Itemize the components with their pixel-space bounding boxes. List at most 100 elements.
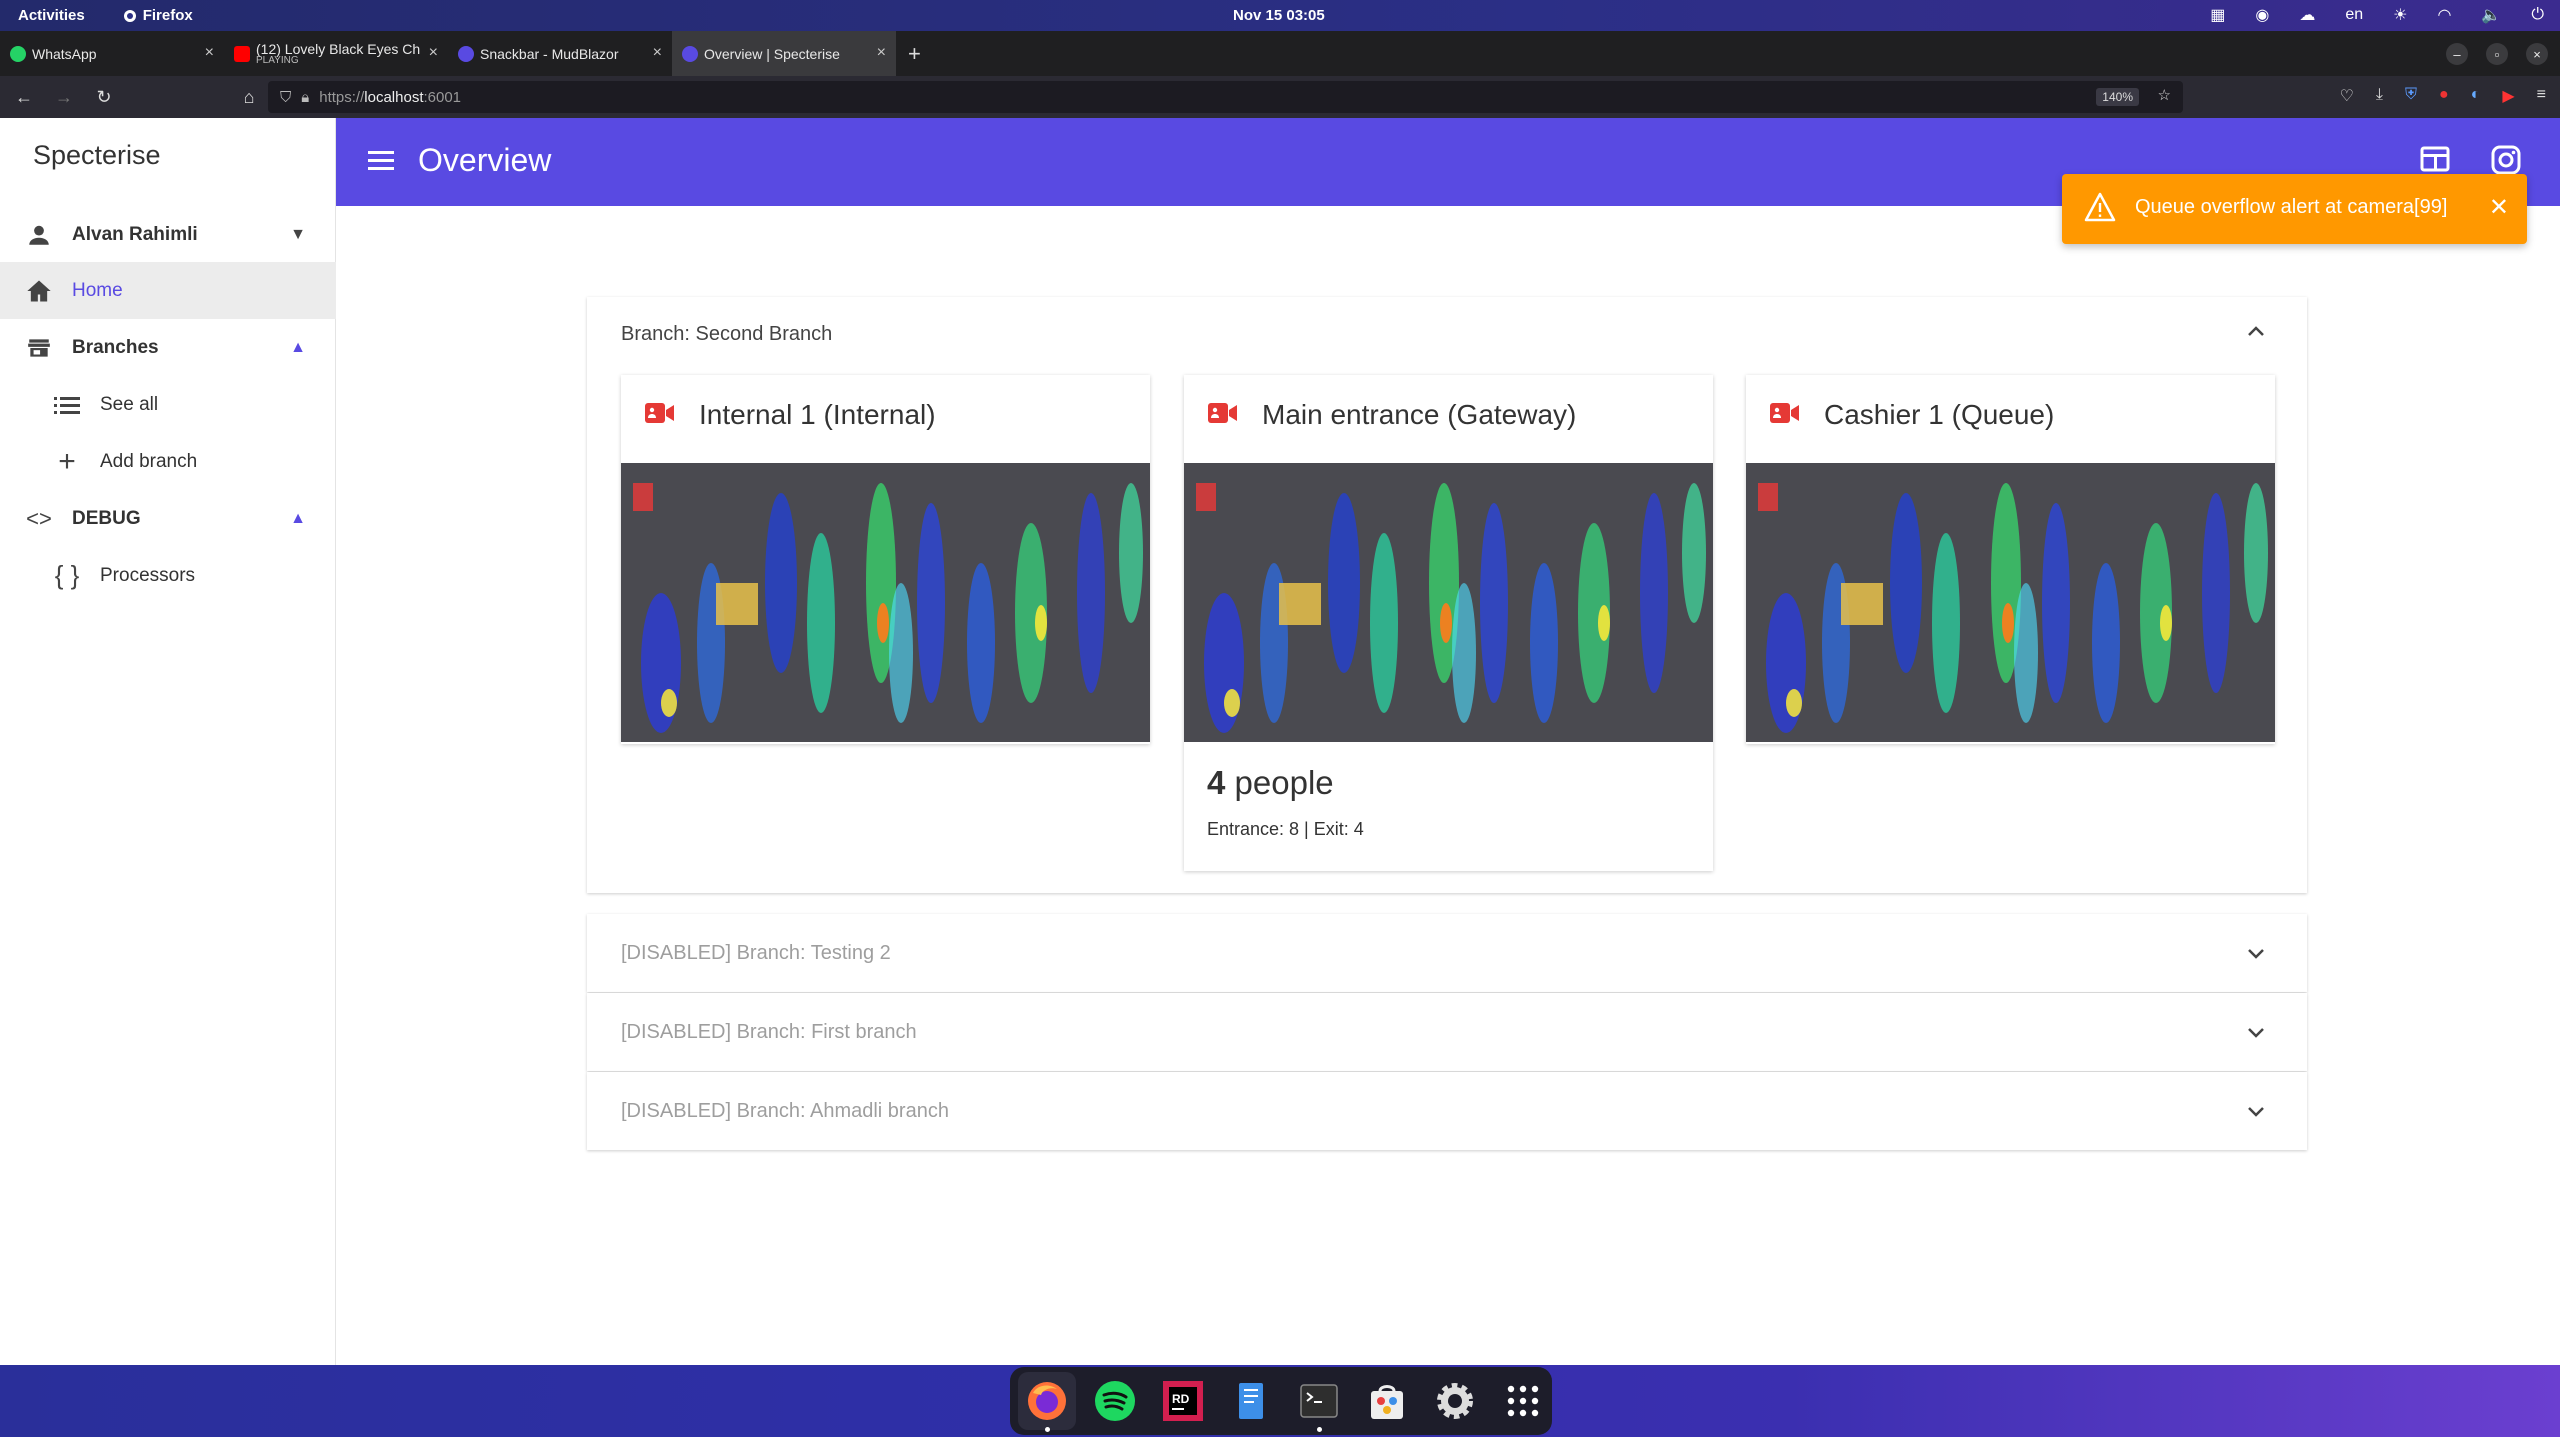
branch-panel-collapsed[interactable]: [DISABLED] Branch: Testing 2: [587, 914, 2307, 992]
camera-card: Cashier 1 (Queue): [1746, 375, 2275, 744]
camera-heatmap-image[interactable]: [621, 463, 1150, 742]
close-icon[interactable]: ×: [429, 44, 438, 62]
reload-button[interactable]: ↻: [88, 87, 120, 108]
dock-settings[interactable]: [1426, 1372, 1484, 1430]
system-tray: ▦ ◉ ☁ en ☀ ◠ 🔈 ⏻: [2210, 5, 2544, 25]
sidebar-item-home[interactable]: Home: [0, 262, 336, 319]
extension-red-icon[interactable]: ●: [2439, 86, 2449, 106]
whatsapp-icon: [10, 45, 26, 62]
firefox-icon: [123, 9, 136, 22]
tab-whatsapp[interactable]: WhatsApp ×: [0, 31, 224, 76]
back-button[interactable]: ←: [8, 87, 40, 108]
app-menu-icon[interactable]: ≡: [2537, 86, 2546, 106]
branch-title: [DISABLED] Branch: First branch: [621, 1021, 917, 1043]
camera-heatmap-image[interactable]: [1184, 463, 1713, 742]
bitwarden-icon[interactable]: ⛨: [2405, 86, 2417, 106]
url-port: :6001: [423, 88, 462, 106]
window-controls: – ▫ ×: [2446, 43, 2548, 65]
maximize-button[interactable]: ▫: [2486, 43, 2508, 65]
sidebar-item-debug[interactable]: <> DEBUG ▲: [0, 490, 336, 547]
video-camera-icon: [645, 401, 675, 430]
clock[interactable]: Nov 15 03:05: [1233, 7, 1325, 24]
tray-app-icon[interactable]: ▦: [2210, 5, 2225, 25]
heatmap-image: [1746, 463, 2275, 742]
user-menu[interactable]: Alvan Rahimli ▼: [0, 206, 336, 263]
video-camera-icon: [1208, 401, 1238, 430]
layout-icon[interactable]: [2420, 146, 2450, 177]
sidebar-item-add-branch[interactable]: + Add branch: [0, 433, 336, 490]
activities-button[interactable]: Activities: [18, 7, 85, 24]
dock-text-editor[interactable]: [1222, 1372, 1280, 1430]
tab-mudblazor[interactable]: Snackbar - MudBlazor ×: [448, 31, 672, 76]
dock-firefox[interactable]: [1018, 1372, 1076, 1432]
branch-title: [DISABLED] Branch: Ahmadli branch: [621, 1100, 949, 1122]
tab-overview[interactable]: Overview | Specterise ×: [672, 31, 896, 76]
brightness-icon[interactable]: ☀: [2393, 5, 2407, 25]
home-button[interactable]: ⌂: [233, 87, 265, 108]
minimize-button[interactable]: –: [2446, 43, 2468, 65]
chevron-down-icon: [2245, 942, 2267, 969]
dock-software-center[interactable]: [1358, 1372, 1416, 1430]
camera-title: Internal 1 (Internal): [699, 399, 936, 430]
specterise-icon: [682, 45, 698, 62]
tray-cloud-icon[interactable]: ☁: [2299, 5, 2315, 25]
video-camera-icon: [1770, 401, 1800, 430]
entrance-exit-stats: Entrance: 8 | Exit: 4: [1207, 819, 1364, 839]
new-tab-button[interactable]: +: [908, 31, 921, 76]
close-icon[interactable]: ×: [653, 44, 662, 62]
sidebar-item-see-all[interactable]: See all: [0, 376, 336, 433]
close-icon[interactable]: ×: [877, 44, 886, 62]
lock-icon[interactable]: 🔒︎: [301, 89, 309, 106]
tab-youtube[interactable]: (12) Lovely Black Eyes Ch PLAYING ×: [224, 31, 448, 76]
chevron-down-icon: [2245, 1100, 2267, 1127]
close-icon[interactable]: ✕: [2489, 193, 2509, 222]
extension-youtube-icon[interactable]: ▶: [2502, 86, 2514, 106]
active-app-label: Firefox: [142, 7, 193, 24]
chevron-up-icon: [2245, 321, 2267, 348]
power-icon[interactable]: ⏻: [2531, 6, 2544, 24]
tab-label: Overview | Specterise: [704, 45, 840, 62]
dock-terminal[interactable]: [1290, 1372, 1348, 1432]
dock-spotify[interactable]: [1086, 1372, 1144, 1430]
menu-icon[interactable]: [368, 148, 396, 177]
camera-title: Main entrance (Gateway): [1262, 399, 1577, 430]
braces-icon: { }: [54, 560, 80, 590]
close-icon[interactable]: ×: [205, 44, 214, 62]
url-bar[interactable]: ⛉ 🔒︎ https://localhost:6001 140% ☆: [268, 81, 2183, 113]
dock-rider[interactable]: RD: [1154, 1372, 1212, 1430]
heatmap-image: [1184, 463, 1713, 742]
branch-panel-header[interactable]: Branch: Second Branch: [587, 297, 2307, 369]
close-window-button[interactable]: ×: [2526, 43, 2548, 65]
sidebar-item-branches[interactable]: Branches ▲: [0, 319, 336, 376]
downloads-icon[interactable]: ⤓: [2376, 86, 2383, 106]
pocket-icon[interactable]: ♡: [2340, 86, 2354, 106]
branch-panel-collapsed[interactable]: [DISABLED] Branch: First branch: [587, 993, 2307, 1071]
sidebar-item-processors[interactable]: { } Processors: [0, 547, 336, 604]
camera-heatmap-image[interactable]: [1746, 463, 2275, 742]
rider-icon: RD: [1163, 1381, 1203, 1421]
volume-icon[interactable]: 🔈: [2481, 5, 2501, 25]
bookmark-star-icon[interactable]: ☆: [2158, 86, 2171, 104]
app-grid-icon: [1507, 1385, 1539, 1417]
zoom-level[interactable]: 140%: [2096, 88, 2139, 106]
branch-title: Branch: Second Branch: [621, 323, 833, 345]
forward-button[interactable]: →: [48, 87, 80, 108]
sidebar-item-label: Branches: [72, 336, 159, 358]
svg-text:RD: RD: [1172, 1392, 1190, 1406]
active-app-menu[interactable]: Firefox: [123, 7, 193, 24]
people-count-unit: people: [1225, 764, 1334, 801]
dock-app-grid[interactable]: [1494, 1372, 1552, 1430]
wifi-icon[interactable]: ◠: [2437, 5, 2451, 25]
url-host: localhost: [364, 88, 424, 106]
heatmap-image: [621, 463, 1150, 742]
extension-blue-icon[interactable]: ◐: [2471, 86, 2481, 106]
keyboard-language[interactable]: en: [2345, 6, 2363, 24]
tray-discord-icon[interactable]: ◉: [2255, 5, 2269, 25]
shield-icon[interactable]: ⛉: [280, 89, 291, 106]
gear-icon: [1437, 1383, 1473, 1419]
branch-panel-expanded: Branch: Second Branch Internal 1 (Intern…: [587, 297, 2307, 893]
branch-panel-collapsed[interactable]: [DISABLED] Branch: Ahmadli branch: [587, 1072, 2307, 1150]
terminal-icon: [1300, 1384, 1338, 1418]
camera-card: Internal 1 (Internal): [621, 375, 1150, 744]
code-icon: <>: [26, 505, 52, 531]
